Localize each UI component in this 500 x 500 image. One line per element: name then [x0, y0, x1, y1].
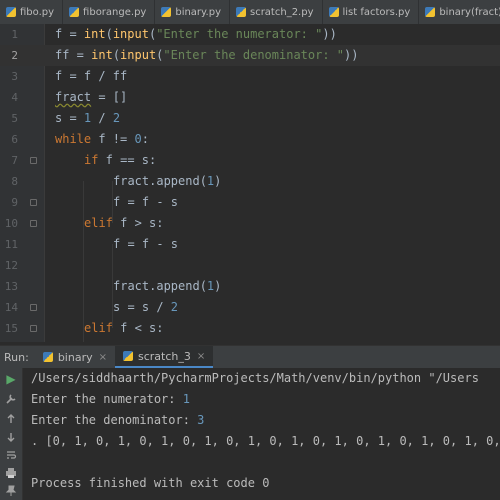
- python-file-icon: [328, 7, 339, 17]
- run-icon[interactable]: ▶: [2, 370, 20, 388]
- tab-fiborange[interactable]: fiborange.py: [63, 0, 156, 24]
- close-icon[interactable]: ×: [99, 352, 107, 363]
- tab-label: binary(fract).py: [439, 6, 500, 18]
- python-file-icon: [161, 7, 172, 17]
- code-line: 1 f = int(input("Enter the numerator: ")…: [0, 24, 500, 45]
- code-line: 3 f = f / ff: [0, 66, 500, 87]
- code-text[interactable]: fract = []: [55, 87, 127, 108]
- code-line: 4 fract = []: [0, 87, 500, 108]
- console-output-line: . [0, 1, 0, 1, 0, 1, 0, 1, 0, 1, 0, 1, 0…: [31, 434, 500, 448]
- fold-icon[interactable]: [30, 325, 37, 332]
- code-text[interactable]: s = 1 / 2: [55, 108, 120, 129]
- soft-wrap-icon[interactable]: [2, 446, 20, 464]
- code-line: 15 elif f < s:: [0, 318, 500, 339]
- code-line: 8 fract.append(1): [0, 171, 500, 192]
- scroll-down-icon[interactable]: [2, 428, 20, 446]
- code-editor[interactable]: 1 f = int(input("Enter the numerator: ")…: [0, 24, 500, 342]
- fold-icon[interactable]: [30, 157, 37, 164]
- run-toolbar: ▶: [0, 368, 23, 500]
- console-prompt-numerator: Enter the numerator: 1: [31, 392, 190, 406]
- code-text[interactable]: ff = int(input("Enter the denominator: "…: [55, 45, 358, 66]
- run-tool-window-header: Run: binary × scratch_3 ×: [0, 345, 500, 369]
- python-file-icon: [69, 7, 80, 17]
- scroll-up-icon[interactable]: [2, 410, 20, 428]
- line-number: 5: [11, 112, 18, 125]
- tab-label: fibo.py: [20, 6, 55, 18]
- code-line: 14 s = s / 2: [0, 297, 500, 318]
- tab-label: scratch_2.py: [249, 6, 314, 18]
- code-line: 6 while f != 0:: [0, 129, 500, 150]
- console-command-line: /Users/siddhaarth/PycharmProjects/Math/v…: [31, 371, 479, 385]
- code-text[interactable]: f = f - s: [113, 192, 178, 213]
- console-exit-message: Process finished with exit code 0: [31, 476, 270, 490]
- code-text[interactable]: elif f < s:: [84, 318, 163, 339]
- line-number: 10: [4, 217, 18, 230]
- python-file-icon: [123, 351, 133, 361]
- code-line: 9 f = f - s: [0, 192, 500, 213]
- run-tab-label: scratch_3: [138, 349, 191, 363]
- tab-binary-fract[interactable]: binary(fract).py: [419, 0, 500, 24]
- code-text[interactable]: f = f / ff: [55, 66, 127, 87]
- console-user-input: 3: [197, 413, 205, 427]
- print-icon[interactable]: [2, 464, 20, 482]
- line-number: 2: [11, 49, 18, 62]
- console-user-input: 1: [182, 392, 190, 406]
- fold-icon[interactable]: [30, 199, 37, 206]
- code-text[interactable]: fract.append(1): [113, 171, 221, 192]
- wrench-icon[interactable]: [2, 390, 20, 408]
- code-text[interactable]: f = int(input("Enter the numerator: ")): [55, 24, 337, 45]
- code-line: 12: [0, 255, 500, 276]
- code-text[interactable]: fract.append(1): [113, 276, 221, 297]
- code-line: 5 s = 1 / 2: [0, 108, 500, 129]
- line-number: 13: [4, 280, 18, 293]
- line-number: 1: [11, 28, 18, 41]
- code-line: 10 elif f > s:: [0, 213, 500, 234]
- editor-tab-bar: fibo.py fiborange.py binary.py scratch_2…: [0, 0, 500, 25]
- code-text[interactable]: s = s / 2: [113, 297, 178, 318]
- python-file-icon: [425, 7, 436, 17]
- line-number: 12: [4, 259, 18, 272]
- pin-icon[interactable]: [2, 482, 20, 500]
- tab-list-factors[interactable]: list factors.py: [323, 0, 420, 24]
- code-line: 13 fract.append(1): [0, 276, 500, 297]
- tab-label: binary.py: [175, 6, 221, 18]
- tab-scratch-2[interactable]: scratch_2.py: [230, 0, 323, 24]
- run-tab-scratch-3[interactable]: scratch_3 ×: [115, 346, 214, 368]
- tab-binary[interactable]: binary.py: [155, 0, 230, 24]
- fold-icon[interactable]: [30, 220, 37, 227]
- console-prompt-denominator: Enter the denominator: 3: [31, 413, 205, 427]
- code-text[interactable]: while f != 0:: [55, 129, 149, 150]
- tab-fibo[interactable]: fibo.py: [0, 0, 64, 24]
- line-number: 9: [11, 196, 18, 209]
- code-line: 11 f = f - s: [0, 234, 500, 255]
- run-label: Run:: [4, 350, 29, 364]
- python-file-icon: [235, 7, 246, 17]
- tab-label: list factors.py: [342, 6, 411, 18]
- fold-icon[interactable]: [30, 304, 37, 311]
- python-file-icon: [6, 7, 16, 17]
- line-number: 11: [4, 238, 18, 251]
- line-number: 4: [11, 91, 18, 104]
- line-number: 8: [11, 175, 18, 188]
- run-tab-label: binary: [57, 350, 93, 364]
- code-line-current: 2 ff = int(input("Enter the denominator:…: [0, 45, 500, 66]
- code-text[interactable]: if f == s:: [84, 150, 156, 171]
- run-console[interactable]: ▶ /Users/siddhaarth/PycharmProjects/Math…: [0, 368, 500, 500]
- python-file-icon: [42, 352, 53, 362]
- line-number: 14: [4, 301, 18, 314]
- line-number: 6: [11, 133, 18, 146]
- line-number: 7: [11, 154, 18, 167]
- code-text[interactable]: elif f > s:: [84, 213, 163, 234]
- code-text[interactable]: f = f - s: [113, 234, 178, 255]
- close-icon[interactable]: ×: [197, 351, 205, 362]
- code-line: 7 if f == s:: [0, 150, 500, 171]
- tab-label: fiborange.py: [83, 6, 147, 18]
- line-number: 3: [11, 70, 18, 83]
- run-tab-binary[interactable]: binary ×: [35, 346, 115, 368]
- line-number: 15: [4, 322, 18, 335]
